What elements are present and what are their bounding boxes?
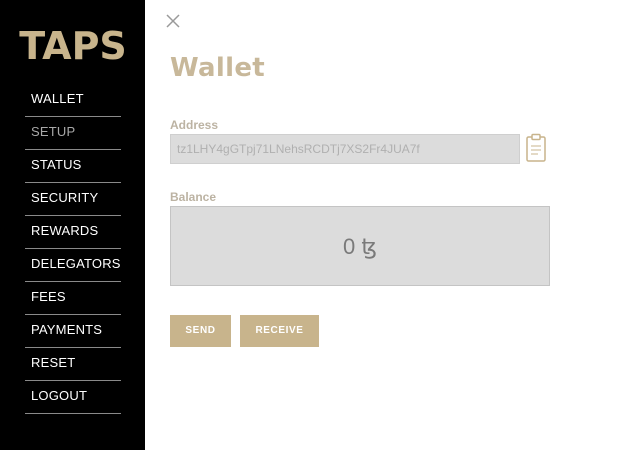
sidebar-item-fees[interactable]: FEES (25, 282, 121, 315)
sidebar-item-payments[interactable]: PAYMENTS (25, 315, 121, 348)
page-title: Wallet (170, 53, 265, 83)
send-button[interactable]: SEND (170, 315, 231, 347)
close-icon[interactable] (164, 12, 182, 30)
balance-label: Balance (170, 190, 217, 204)
sidebar-item-status[interactable]: STATUS (25, 150, 121, 183)
svg-text:TAPS: TAPS (19, 24, 127, 68)
sidebar-item-security[interactable]: SECURITY (25, 183, 121, 216)
address-field[interactable] (170, 134, 520, 164)
sidebar-item-wallet[interactable]: WALLET (25, 84, 121, 117)
sidebar: TAPS WALLET SETUP STATUS SECURITY REWARD… (0, 0, 145, 450)
balance-display: 0 ꜩ (170, 206, 550, 286)
clipboard-icon[interactable] (526, 133, 546, 163)
sidebar-item-setup[interactable]: SETUP (25, 117, 121, 150)
sidebar-item-reset[interactable]: RESET (25, 348, 121, 381)
sidebar-item-logout[interactable]: LOGOUT (25, 381, 121, 414)
sidebar-item-rewards[interactable]: REWARDS (25, 216, 121, 249)
address-label: Address (170, 118, 219, 132)
taps-logo: TAPS (19, 24, 127, 68)
receive-button[interactable]: RECEIVE (240, 315, 319, 347)
sidebar-item-delegators[interactable]: DELEGATORS (25, 249, 121, 282)
